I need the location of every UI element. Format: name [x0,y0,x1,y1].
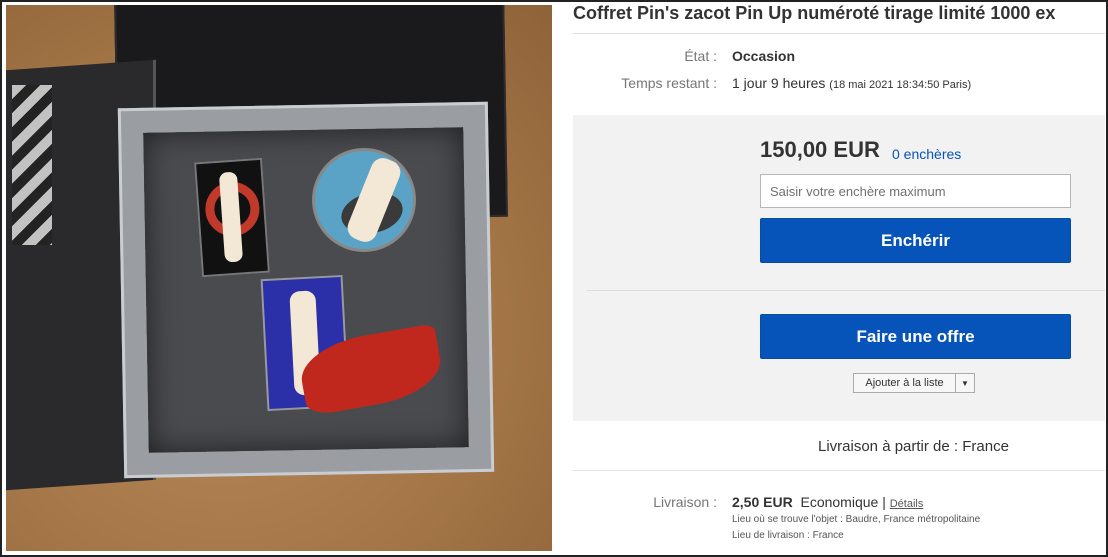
pin-round [312,148,416,252]
time-left-label: Temps restant : [621,75,717,91]
watchlist-label[interactable]: Ajouter à la liste [854,374,956,392]
listing-title: Coffret Pin's zacot Pin Up numéroté tira… [573,3,1056,23]
time-left-text: 1 jour 9 heures [732,75,826,91]
item-location: Lieu où se trouve l'objet : Baudre, Fran… [732,514,981,525]
time-left-detail: (18 mai 2021 18:34:50 Paris) [829,79,972,91]
shipping-details-link[interactable]: Détails [890,498,924,510]
current-price: 150,00 EUR [760,137,880,162]
box-stripes [12,85,52,245]
product-photo[interactable] [6,5,552,551]
shipping-price: 2,50 EUR [732,494,793,510]
shipping-value: 2,50 EUR Economique | Détails [732,494,923,510]
title-divider [573,33,1105,34]
delivery-from-text: Livraison à partir de : France [818,438,1009,455]
state-value: Occasion [732,48,796,64]
make-offer-button[interactable]: Faire une offre [760,314,1071,359]
bid-button[interactable]: Enchérir [760,218,1071,263]
chevron-down-icon[interactable]: ▼ [956,374,974,392]
delivery-from-bar: Livraison à partir de : France [573,421,1105,471]
time-left-value: 1 jour 9 heures (18 mai 2021 18:34:50 Pa… [732,75,971,91]
ships-to: Lieu de livraison : France [732,530,844,541]
bids-count-link[interactable]: 0 enchères [892,146,961,162]
state-label: État : [684,48,717,64]
max-bid-input[interactable] [760,174,1071,208]
shipping-label: Livraison : [653,494,717,510]
bid-divider [587,290,1105,291]
shipping-method: Economique | [800,494,886,510]
pin-lifebuoy [194,157,270,278]
watchlist-button[interactable]: Ajouter à la liste ▼ [853,373,975,393]
